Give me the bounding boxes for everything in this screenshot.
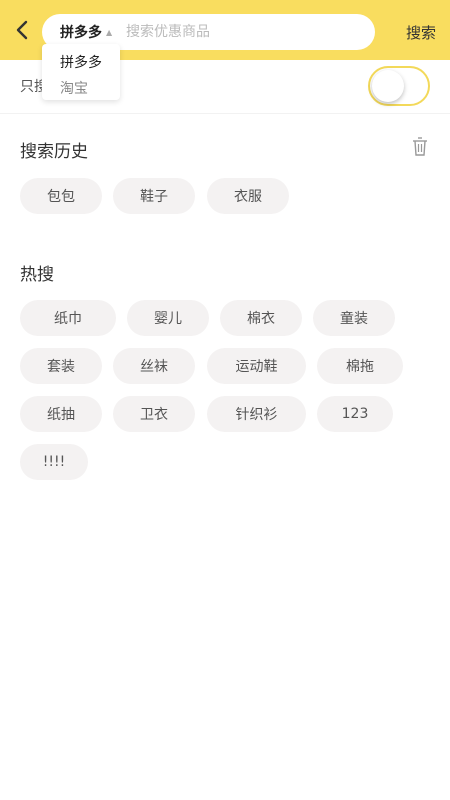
history-chip[interactable]: 鞋子 [113,178,195,214]
hot-chip[interactable]: 纸巾 [20,300,116,336]
dropdown-option-taobao[interactable]: 淘宝 [60,78,88,98]
hot-chip[interactable]: 针织衫 [207,396,306,432]
platform-dropdown: 拼多多 淘宝 [42,44,120,100]
hot-chip[interactable]: 棉拖 [317,348,403,384]
hot-chip[interactable]: 套装 [20,348,102,384]
hot-search-title: 热搜 [20,265,54,285]
back-button[interactable] [8,16,36,44]
hot-chip[interactable]: 丝袜 [113,348,195,384]
history-chip[interactable]: 包包 [20,178,102,214]
hot-chip[interactable]: 婴儿 [127,300,209,336]
hot-chip[interactable]: 纸抽 [20,396,102,432]
history-chip[interactable]: 衣服 [207,178,289,214]
search-button[interactable]: 搜索 [406,22,436,43]
hot-chip[interactable]: 棉衣 [220,300,302,336]
caret-up-icon: ▲ [106,28,113,37]
search-page: 拼多多 ▲ 搜索 只搜 拼多多 淘宝 搜索历史 包包 鞋子 衣服 热搜 纸巾 婴… [0,0,450,800]
platform-selected-label: 拼多多 [60,25,102,41]
hot-chip[interactable]: 123 [317,396,393,432]
hot-chip[interactable]: !!!! [20,444,88,480]
chevron-left-icon [16,20,28,40]
trash-icon[interactable] [410,136,430,158]
history-title: 搜索历史 [20,142,88,162]
hot-chip[interactable]: 卫衣 [113,396,195,432]
dropdown-option-pinduoduo[interactable]: 拼多多 [60,52,102,72]
search-input[interactable] [126,14,366,50]
hot-chip[interactable]: 童装 [313,300,395,336]
toggle-knob [372,70,404,102]
filter-toggle-switch[interactable] [368,66,430,106]
hot-chip[interactable]: 运动鞋 [207,348,306,384]
